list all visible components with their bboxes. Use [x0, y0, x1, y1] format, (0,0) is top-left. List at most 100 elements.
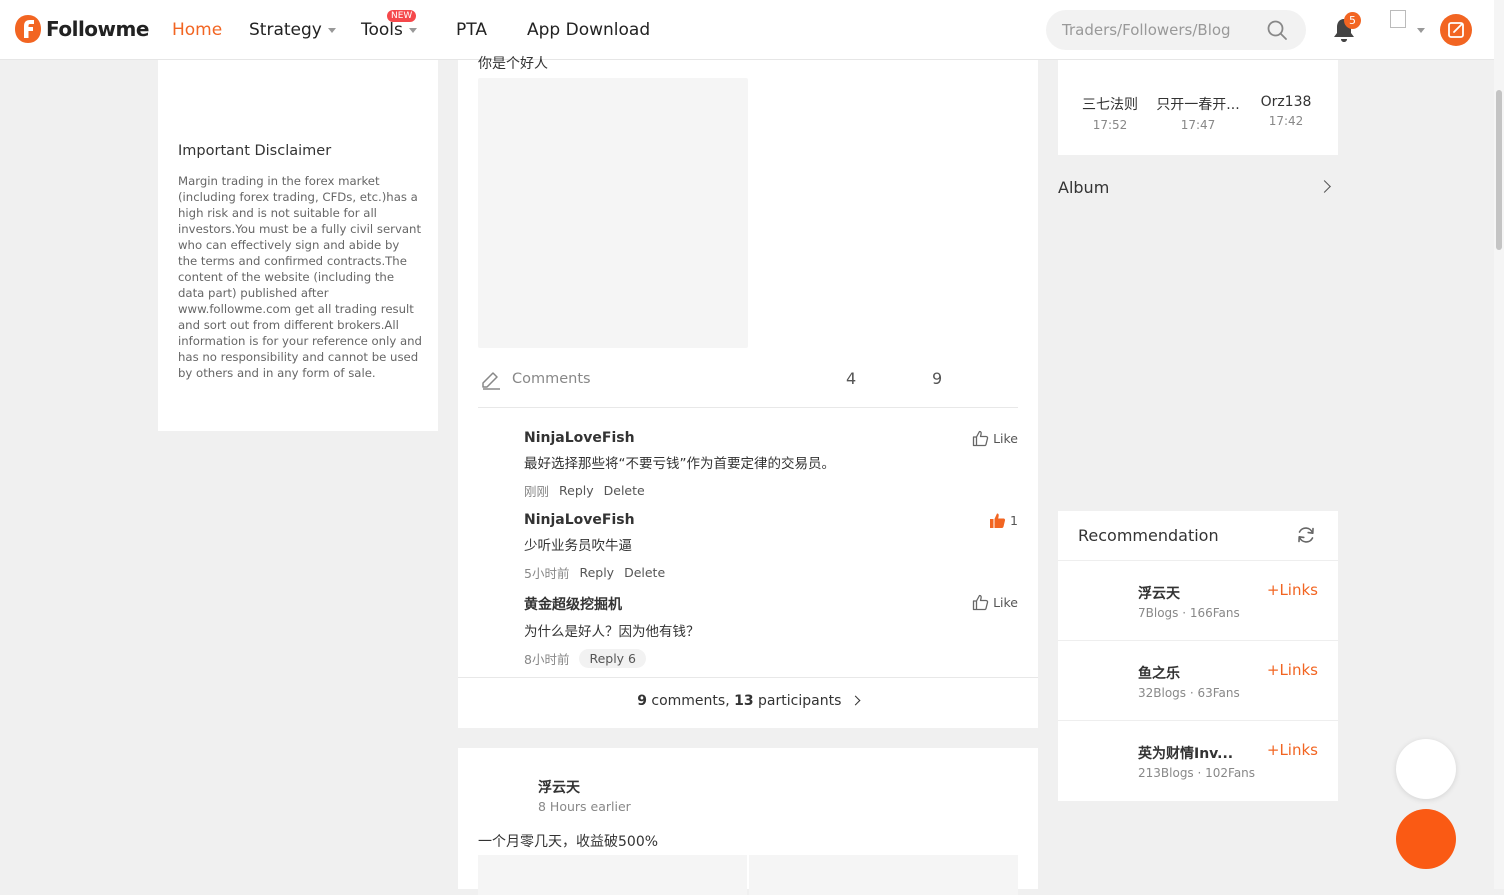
post-text[interactable]: 一个月零几天，收益破500% [478, 831, 658, 851]
reply-button[interactable]: Reply 6 [579, 649, 646, 668]
thumbs-up-filled-icon [990, 513, 1006, 528]
comment-item: 黄金超级挖掘机 为什么是好人？因为他有钱？ 8小时前 Reply 6 Like [524, 594, 1018, 668]
comment-count[interactable]: 9 [932, 369, 942, 388]
floating-button[interactable] [1396, 739, 1456, 799]
chevron-right-icon[interactable] [1318, 180, 1331, 193]
nav-tools-label: Tools [361, 20, 403, 40]
comment-author[interactable]: 黄金超级挖掘机 [524, 594, 1018, 614]
like-button[interactable]: Like [972, 430, 1018, 447]
participants-word: participants [758, 693, 842, 709]
recent-blog-item[interactable]: 只开一春开... 17:47 [1153, 94, 1243, 132]
recommended-user-name[interactable]: 浮云天 [1138, 583, 1180, 603]
recommended-user-stats: 213Blogs · 102Fans [1138, 766, 1256, 780]
thumbs-up-icon [972, 430, 989, 447]
follow-link-button[interactable]: +Links [1267, 581, 1318, 599]
post-author[interactable]: 浮云天 [538, 777, 580, 797]
write-post-button[interactable] [1440, 14, 1472, 46]
top-navbar: Followme Home Strategy Tools NEW PTA App… [0, 0, 1494, 60]
comments-word: comments, [651, 693, 730, 709]
comment-text: 最好选择那些将“不要亏钱”作为首要定律的交易员。 [524, 456, 835, 472]
share-count[interactable]: 4 [846, 369, 856, 388]
followme-logo[interactable]: Followme [14, 14, 149, 44]
recommendation-item[interactable]: 英为财情Inv... 213Blogs · 102Fans +Links [1058, 721, 1338, 801]
comment-text: 少听业务员吹牛逼 [524, 538, 632, 554]
delete-button[interactable]: Delete [624, 565, 665, 580]
chevron-down-icon[interactable] [1417, 28, 1425, 33]
recommendation-item[interactable]: 浮云天 7Blogs · 166Fans +Links [1058, 561, 1338, 641]
search-input[interactable]: Traders/Followers/Blog [1062, 21, 1231, 39]
notification-badge: 5 [1344, 12, 1361, 29]
edit-icon [1448, 22, 1464, 38]
follow-link-button[interactable]: +Links [1267, 661, 1318, 679]
chevron-down-icon [408, 27, 417, 33]
nav-strategy[interactable]: Strategy [249, 20, 336, 40]
scrollbar-thumb[interactable] [1496, 90, 1502, 250]
search-box[interactable]: Traders/Followers/Blog [1046, 10, 1306, 50]
recent-blog-item[interactable]: Orz138 17:42 [1241, 94, 1331, 128]
post-image[interactable] [478, 855, 747, 895]
nav-pta[interactable]: PTA [456, 20, 487, 40]
recommended-user-name[interactable]: 英为财情Inv... [1138, 743, 1233, 763]
logo-text: Followme [46, 17, 149, 41]
follow-link-button[interactable]: +Links [1267, 741, 1318, 759]
like-count: 1 [1010, 513, 1018, 528]
follow-link-label: Links [1279, 741, 1318, 759]
recommendation-card: Recommendation 浮云天 7Blogs · 166Fans +Lin… [1058, 511, 1338, 801]
recent-blog-time: 17:47 [1180, 118, 1216, 132]
comment-time: 5小时前 [524, 566, 570, 581]
delete-button[interactable]: Delete [604, 483, 645, 498]
album-title[interactable]: Album [1058, 178, 1109, 197]
recent-blog-title: 三七法则 [1082, 97, 1138, 113]
divider [458, 677, 1038, 678]
recommended-user-stats: 7Blogs · 166Fans [1138, 606, 1240, 620]
chevron-right-icon [850, 695, 861, 705]
participants-total: 13 [734, 693, 754, 709]
recommendation-item[interactable]: 鱼之乐 32Blogs · 63Fans +Links [1058, 641, 1338, 721]
comment-item: NinjaLoveFish 少听业务员吹牛逼 5小时前 Reply Delete… [524, 512, 1018, 582]
reply-button[interactable]: Reply [579, 565, 614, 580]
like-label: Like [993, 595, 1018, 610]
comment-time: 8小时前 [524, 652, 570, 667]
nav-home[interactable]: Home [172, 20, 222, 40]
refresh-icon[interactable] [1296, 525, 1316, 545]
like-button[interactable]: Like [972, 594, 1018, 611]
pen-icon[interactable] [480, 369, 502, 391]
comment-author[interactable]: NinjaLoveFish [524, 512, 1018, 528]
floating-action-button[interactable] [1396, 809, 1456, 869]
avatar[interactable] [1390, 10, 1406, 28]
comment-meta: 刚刚 Reply Delete [524, 481, 1018, 500]
recent-blog-title: Orz138 [1260, 94, 1312, 110]
like-button[interactable]: 1 [989, 512, 1018, 529]
recent-blog-title: 只开一春开... [1156, 97, 1240, 113]
post-text: 你是个好人 [478, 56, 548, 72]
nav-tools[interactable]: Tools [361, 20, 417, 40]
post-image[interactable] [749, 855, 1018, 895]
search-icon[interactable] [1266, 19, 1288, 41]
recommended-user-stats: 32Blogs · 63Fans [1138, 686, 1240, 700]
reply-button[interactable]: Reply [559, 483, 594, 498]
view-all-comments-link[interactable]: 9 comments, 13 participants [458, 693, 1038, 709]
comment-meta: 5小时前 Reply Delete [524, 563, 1018, 582]
post-actions: Comments 4 9 [478, 366, 1018, 408]
disclaimer-card: Important Disclaimer Margin trading in t… [158, 60, 438, 431]
post-time: 8 Hours earlier [538, 799, 631, 814]
follow-link-label: Links [1279, 661, 1318, 679]
comments-total: 9 [637, 693, 647, 709]
comment-item: NinjaLoveFish 最好选择那些将“不要亏钱”作为首要定律的交易员。 刚… [524, 430, 1018, 500]
thumbs-up-icon [972, 594, 989, 611]
new-badge: NEW [387, 10, 417, 22]
disclaimer-text: Margin trading in the forex market (incl… [178, 174, 422, 380]
comment-author[interactable]: NinjaLoveFish [524, 430, 1018, 446]
follow-link-label: Links [1279, 581, 1318, 599]
chevron-down-icon [327, 27, 336, 33]
comments-input[interactable]: Comments [512, 371, 591, 387]
comment-text: 为什么是好人？因为他有钱？ [524, 624, 700, 640]
recommended-user-name[interactable]: 鱼之乐 [1138, 663, 1180, 683]
recent-blog-item[interactable]: 三七法则 17:52 [1065, 94, 1155, 132]
nav-strategy-label: Strategy [249, 20, 322, 40]
comment-time: 刚刚 [524, 484, 550, 499]
nav-app-download[interactable]: App Download [527, 20, 650, 40]
post-image[interactable] [478, 78, 748, 348]
disclaimer-title: Important Disclaimer [178, 143, 332, 159]
comment-meta: 8小时前 Reply 6 [524, 649, 1018, 668]
